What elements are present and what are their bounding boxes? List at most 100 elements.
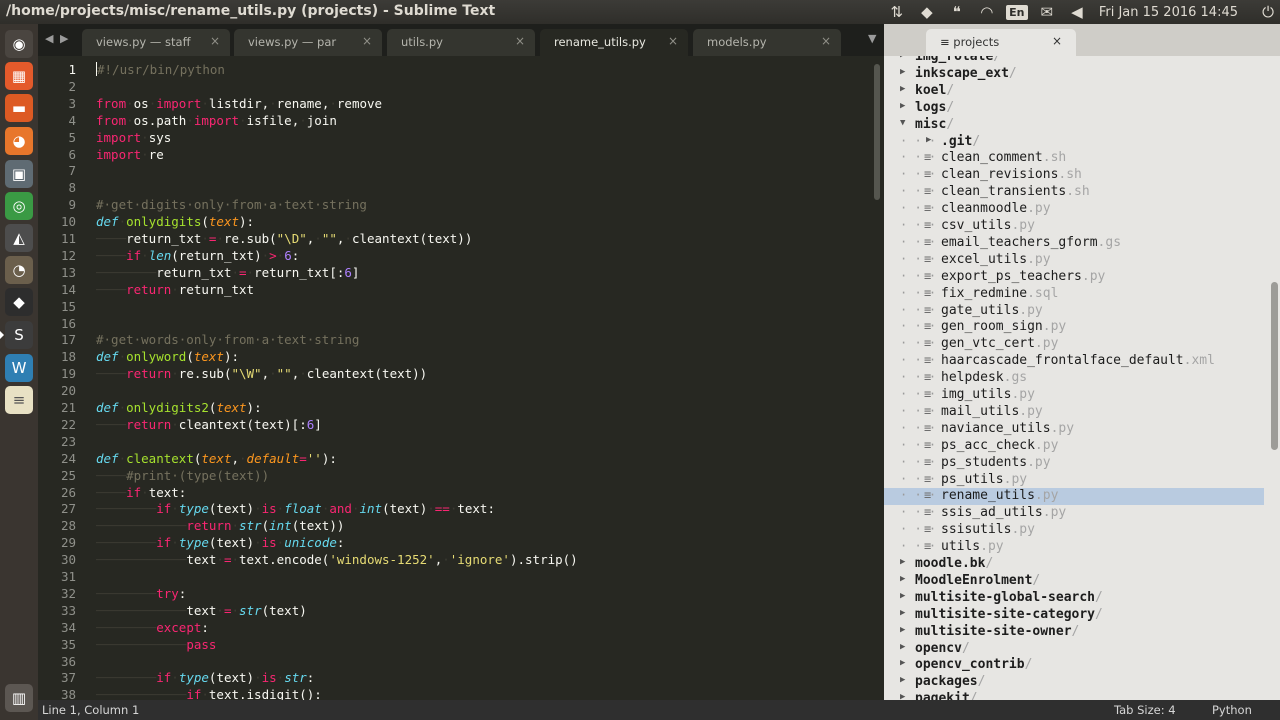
tree-file[interactable]: · · · ≡ cleanmoodle.py [884, 201, 1264, 218]
disclosure-closed-icon[interactable]: ▶ [900, 608, 905, 618]
tree-folder[interactable]: ▶ koel/ [884, 83, 1264, 100]
code-area[interactable]: #!/usr/bin/python from·os·import·listdir,… [96, 56, 866, 700]
volume-icon[interactable]: ◀ [1065, 0, 1089, 24]
tree-item-label: haarcascade_frontalface_default.xml [941, 353, 1215, 369]
tree-file[interactable]: · · · ≡ export_ps_teachers.py [884, 269, 1264, 286]
firefox-icon[interactable]: ◕ [5, 127, 33, 155]
tree-file[interactable]: · · · ≡ ssis_ad_utils.py [884, 505, 1264, 522]
wordpress-icon[interactable]: W [5, 354, 33, 382]
tree-folder[interactable]: ▶ multisite-global-search/ [884, 590, 1264, 607]
tree-folder[interactable]: ▼ misc/ [884, 117, 1264, 134]
tree-file[interactable]: · · · ≡ ps_utils.py [884, 472, 1264, 489]
close-icon[interactable]: × [210, 34, 220, 48]
tab-rename-utils-py[interactable]: rename_utils.py × [540, 29, 688, 56]
disclosure-closed-icon[interactable]: ▶ [900, 84, 905, 94]
tree-file[interactable]: · · · ≡ gen_vtc_cert.py [884, 336, 1264, 353]
tree-file[interactable]: · · · ≡ email_teachers_gform.gs [884, 235, 1264, 252]
line-number: 33 [60, 602, 76, 618]
disclosure-closed-icon[interactable]: ▶ [926, 135, 931, 145]
mail-icon[interactable]: ✉ [1035, 0, 1059, 24]
syntax-selector[interactable]: Python [1212, 703, 1252, 717]
sublime-text-icon[interactable]: S [5, 321, 33, 349]
tree-file[interactable]: · · · ≡ gen_room_sign.py [884, 319, 1264, 336]
text-editor-icon[interactable]: ≡ [5, 386, 33, 414]
tree-folder[interactable]: ▶ moodle.bk/ [884, 556, 1264, 573]
tree-file[interactable]: · · · ≡ csv_utils.py [884, 218, 1264, 235]
disclosure-closed-icon[interactable]: ▶ [900, 675, 905, 685]
close-icon[interactable]: × [362, 34, 372, 48]
tree-file[interactable]: · · · ≡ ps_students.py [884, 455, 1264, 472]
chrome-icon[interactable]: ◎ [5, 192, 33, 220]
tab-prev-icon[interactable]: ◀ [45, 32, 53, 45]
tab-utils-py[interactable]: utils.py × [387, 29, 535, 56]
disclosure-closed-icon[interactable]: ▶ [900, 642, 905, 652]
tree-file[interactable]: · · · ≡ gate_utils.py [884, 303, 1264, 320]
tree-file[interactable]: · · · ≡ ps_acc_check.py [884, 438, 1264, 455]
tab-views-py-staff[interactable]: views.py — staff × [82, 29, 230, 56]
network-icon[interactable]: ⇅ [885, 0, 909, 24]
tree-folder[interactable]: · · · ▶ .git/ [884, 134, 1264, 151]
editor-scrollbar[interactable] [874, 64, 880, 200]
close-icon[interactable]: × [821, 34, 831, 48]
tree-folder[interactable]: ▶ inkscape_ext/ [884, 66, 1264, 83]
hangouts-icon[interactable]: ❝ [945, 0, 969, 24]
file-icon: ≡ [924, 471, 932, 486]
tab-dropdown-icon[interactable]: ▼ [868, 32, 876, 45]
tree-file[interactable]: · · · ≡ img_utils.py [884, 387, 1264, 404]
tree-folder[interactable]: ▶ opencv/ [884, 641, 1264, 658]
inkscape-icon[interactable]: ◭ [5, 224, 33, 252]
disclosure-closed-icon[interactable]: ▶ [900, 101, 905, 111]
gimp-icon[interactable]: ◔ [5, 256, 33, 284]
tree-folder[interactable]: ▶ logs/ [884, 100, 1264, 117]
close-icon[interactable]: × [515, 34, 525, 48]
tree-file[interactable]: · · · ≡ rename_utils.py [884, 488, 1264, 506]
dropbox-icon[interactable]: ◆ [915, 0, 939, 24]
tab-models-py[interactable]: models.py × [693, 29, 841, 56]
close-icon[interactable]: × [1052, 34, 1062, 48]
files-icon[interactable]: ▬ [5, 94, 33, 122]
tree-file[interactable]: · · · ≡ helpdesk.gs [884, 370, 1264, 387]
tree-file[interactable]: · · · ≡ excel_utils.py [884, 252, 1264, 269]
tree-folder[interactable]: ▶ packages/ [884, 674, 1264, 691]
sidebar-scrollbar[interactable] [1271, 282, 1278, 450]
tree-folder[interactable]: ▶ multisite-site-owner/ [884, 624, 1264, 641]
tree-file[interactable]: · · · ≡ clean_comment.sh [884, 150, 1264, 167]
wifi-icon[interactable]: ◠ [975, 0, 999, 24]
power-icon[interactable]: ⏻ [1256, 0, 1280, 24]
tree-folder[interactable]: ▶ img_rotate/ [884, 56, 1264, 66]
tab-next-icon[interactable]: ▶ [60, 32, 68, 45]
disclosure-closed-icon[interactable]: ▶ [900, 658, 905, 668]
tree-file[interactable]: · · · ≡ clean_transients.sh [884, 184, 1264, 201]
tab-projects[interactable]: ≡ projects × [926, 29, 1076, 56]
tab-views-py-par[interactable]: views.py — par × [234, 29, 382, 56]
close-icon[interactable]: × [668, 34, 678, 48]
inkscape-alt-icon[interactable]: ◆ [5, 288, 33, 316]
tree-file[interactable]: · · · ≡ naviance_utils.py [884, 421, 1264, 438]
tree-folder[interactable]: ▶ pagekit/ [884, 691, 1264, 700]
tree-folder[interactable]: ▶ opencv_contrib/ [884, 657, 1264, 674]
clock[interactable]: Fri Jan 15 2016 14:45 [1099, 5, 1238, 20]
disclosure-closed-icon[interactable]: ▶ [900, 557, 905, 567]
tree-file[interactable]: · · · ≡ utils.py [884, 539, 1264, 556]
disclosure-open-icon[interactable]: ▼ [900, 118, 905, 128]
trash-icon[interactable]: ▥ [5, 684, 33, 712]
screenshot-icon[interactable]: ▣ [5, 160, 33, 188]
tree-folder[interactable]: ▶ MoodleEnrolment/ [884, 573, 1264, 590]
tree-file[interactable]: · · · ≡ clean_revisions.sh [884, 167, 1264, 184]
disclosure-closed-icon[interactable]: ▶ [900, 67, 905, 77]
tree-file[interactable]: · · · ≡ mail_utils.py [884, 404, 1264, 421]
tree-file[interactable]: · · · ≡ fix_redmine.sql [884, 286, 1264, 303]
disclosure-closed-icon[interactable]: ▶ [900, 574, 905, 584]
keyboard-icon[interactable]: En [1005, 0, 1029, 24]
line-number: 12 [60, 247, 76, 263]
disclosure-closed-icon[interactable]: ▶ [900, 625, 905, 635]
ubuntu-dash-icon[interactable]: ◉ [5, 30, 33, 58]
disclosure-closed-icon[interactable]: ▶ [900, 692, 905, 700]
disclosure-closed-icon[interactable]: ▶ [900, 591, 905, 601]
tree-file[interactable]: · · · ≡ haarcascade_frontalface_default.xm… [884, 353, 1264, 370]
app-grid-icon[interactable]: ▦ [5, 62, 33, 90]
tree-folder[interactable]: ▶ multisite-site-category/ [884, 607, 1264, 624]
tab-size[interactable]: Tab Size: 4 [1114, 703, 1176, 717]
disclosure-closed-icon[interactable]: ▶ [900, 56, 905, 60]
tree-file[interactable]: · · · ≡ ssisutils.py [884, 522, 1264, 539]
